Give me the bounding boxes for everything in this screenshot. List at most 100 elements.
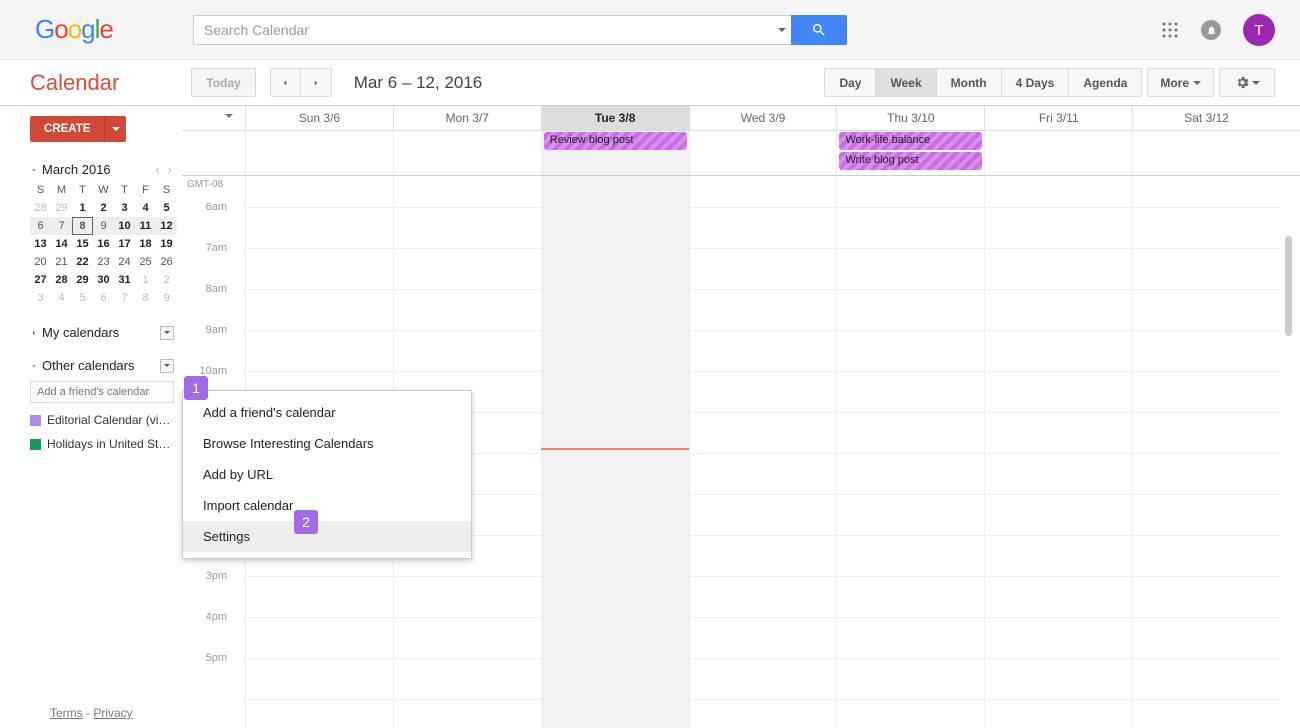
privacy-link[interactable]: Privacy — [93, 706, 132, 720]
mini-day[interactable]: 5 — [156, 199, 177, 217]
mini-day[interactable]: 8 — [135, 289, 156, 307]
allday-cell[interactable] — [1132, 131, 1280, 175]
other-calendars-menu[interactable] — [160, 359, 174, 373]
mini-day[interactable]: 14 — [51, 235, 72, 253]
mini-day[interactable]: 6 — [30, 217, 51, 235]
day-header[interactable]: Sun 3/6 — [245, 106, 393, 130]
mini-day[interactable]: 2 — [93, 199, 114, 217]
dropdown-item-import-calendar[interactable]: Import calendar — [183, 490, 471, 521]
notifications-icon[interactable] — [1201, 20, 1221, 40]
dropdown-item-browse-interesting-calendars[interactable]: Browse Interesting Calendars — [183, 428, 471, 459]
hour-label: 4pm — [206, 611, 227, 623]
hour-label: 8am — [206, 283, 227, 295]
mini-day[interactable]: 1 — [72, 199, 93, 217]
my-calendars-header[interactable]: My calendars — [30, 325, 174, 340]
create-button[interactable]: CREATE — [30, 116, 104, 142]
mini-day[interactable]: 1 — [135, 271, 156, 289]
mini-day[interactable]: 9 — [156, 289, 177, 307]
mini-day[interactable]: 31 — [114, 271, 135, 289]
apps-icon[interactable] — [1161, 21, 1179, 39]
mini-day[interactable]: 28 — [30, 199, 51, 217]
mini-day[interactable]: 3 — [114, 199, 135, 217]
mini-day[interactable]: 26 — [156, 253, 177, 271]
settings-gear-button[interactable] — [1219, 68, 1275, 97]
allday-cell[interactable]: Review blog post — [541, 131, 689, 175]
allday-cell[interactable] — [393, 131, 541, 175]
event-chip[interactable]: Work-life balance — [839, 132, 982, 150]
view-agenda[interactable]: Agenda — [1069, 69, 1141, 96]
more-button[interactable]: More — [1147, 68, 1214, 97]
mini-day[interactable]: 30 — [93, 271, 114, 289]
mini-day[interactable]: 24 — [114, 253, 135, 271]
mini-day[interactable]: 13 — [30, 235, 51, 253]
calendar-item[interactable]: Editorial Calendar (vi… — [30, 413, 174, 427]
search-options[interactable] — [773, 15, 791, 45]
mini-day[interactable]: 7 — [51, 217, 72, 235]
mini-day[interactable]: 7 — [114, 289, 135, 307]
day-header[interactable]: Thu 3/10 — [836, 106, 984, 130]
event-chip[interactable]: Review blog post — [544, 132, 687, 150]
allday-cell[interactable] — [984, 131, 1132, 175]
mini-day[interactable]: 12 — [156, 217, 177, 235]
mini-day[interactable]: 9 — [93, 217, 114, 235]
mini-day[interactable]: 11 — [135, 217, 156, 235]
view-day[interactable]: Day — [825, 69, 876, 96]
calendar-item[interactable]: Holidays in United St… — [30, 437, 174, 451]
mini-day[interactable]: 10 — [114, 217, 135, 235]
mini-day[interactable]: 25 — [135, 253, 156, 271]
mini-day[interactable]: 2 — [156, 271, 177, 289]
allday-cell[interactable] — [689, 131, 837, 175]
day-header[interactable]: Mon 3/7 — [393, 106, 541, 130]
view-month[interactable]: Month — [937, 69, 1002, 96]
mini-day[interactable]: 16 — [93, 235, 114, 253]
terms-link[interactable]: Terms — [50, 706, 83, 720]
my-calendars-menu[interactable] — [160, 326, 174, 340]
prev-button[interactable] — [271, 69, 301, 96]
next-button[interactable] — [301, 69, 331, 96]
mini-day[interactable]: 8 — [72, 217, 93, 235]
google-logo[interactable]: Google — [35, 14, 113, 45]
add-friend-input[interactable] — [30, 381, 174, 403]
mini-day[interactable]: 22 — [72, 253, 93, 271]
mini-prev[interactable]: ‹ — [153, 162, 161, 177]
view-week[interactable]: Week — [876, 69, 936, 96]
dropdown-item-settings[interactable]: Settings — [183, 521, 471, 552]
search-input[interactable] — [193, 15, 773, 45]
chevron-down-icon[interactable] — [30, 166, 38, 174]
mini-next[interactable]: › — [166, 162, 174, 177]
view-4days[interactable]: 4 Days — [1002, 69, 1070, 96]
mini-day[interactable]: 17 — [114, 235, 135, 253]
grid-options-caret[interactable] — [225, 118, 233, 133]
search-button[interactable] — [791, 15, 847, 45]
scrollbar[interactable] — [1285, 236, 1292, 336]
mini-day[interactable]: 5 — [72, 289, 93, 307]
mini-day[interactable]: 4 — [51, 289, 72, 307]
day-header[interactable]: Wed 3/9 — [689, 106, 837, 130]
mini-day[interactable]: 20 — [30, 253, 51, 271]
avatar[interactable]: T — [1243, 14, 1275, 46]
create-dropdown[interactable] — [104, 116, 126, 142]
day-header[interactable]: Sat 3/12 — [1132, 106, 1280, 130]
mini-day[interactable]: 15 — [72, 235, 93, 253]
mini-day[interactable]: 3 — [30, 289, 51, 307]
mini-day[interactable]: 28 — [51, 271, 72, 289]
mini-day[interactable]: 19 — [156, 235, 177, 253]
mini-day[interactable]: 29 — [72, 271, 93, 289]
mini-day[interactable]: 23 — [93, 253, 114, 271]
mini-day[interactable]: 27 — [30, 271, 51, 289]
other-calendars-header[interactable]: Other calendars — [30, 358, 174, 373]
day-header[interactable]: Tue 3/8 — [541, 106, 689, 130]
dropdown-item-add-a-friend-s-calendar[interactable]: Add a friend's calendar — [183, 397, 471, 428]
dropdown-item-add-by-url[interactable]: Add by URL — [183, 459, 471, 490]
allday-cell[interactable]: Work-life balance Write blog post — [836, 131, 984, 175]
event-chip[interactable]: Write blog post — [839, 152, 982, 170]
mini-day[interactable]: 6 — [93, 289, 114, 307]
mini-day[interactable]: 21 — [51, 253, 72, 271]
mini-day[interactable]: 18 — [135, 235, 156, 253]
mini-dow: W — [93, 181, 114, 199]
day-header[interactable]: Fri 3/11 — [984, 106, 1132, 130]
mini-day[interactable]: 4 — [135, 199, 156, 217]
mini-day[interactable]: 29 — [51, 199, 72, 217]
today-button[interactable]: Today — [191, 68, 255, 97]
allday-cell[interactable] — [245, 131, 393, 175]
